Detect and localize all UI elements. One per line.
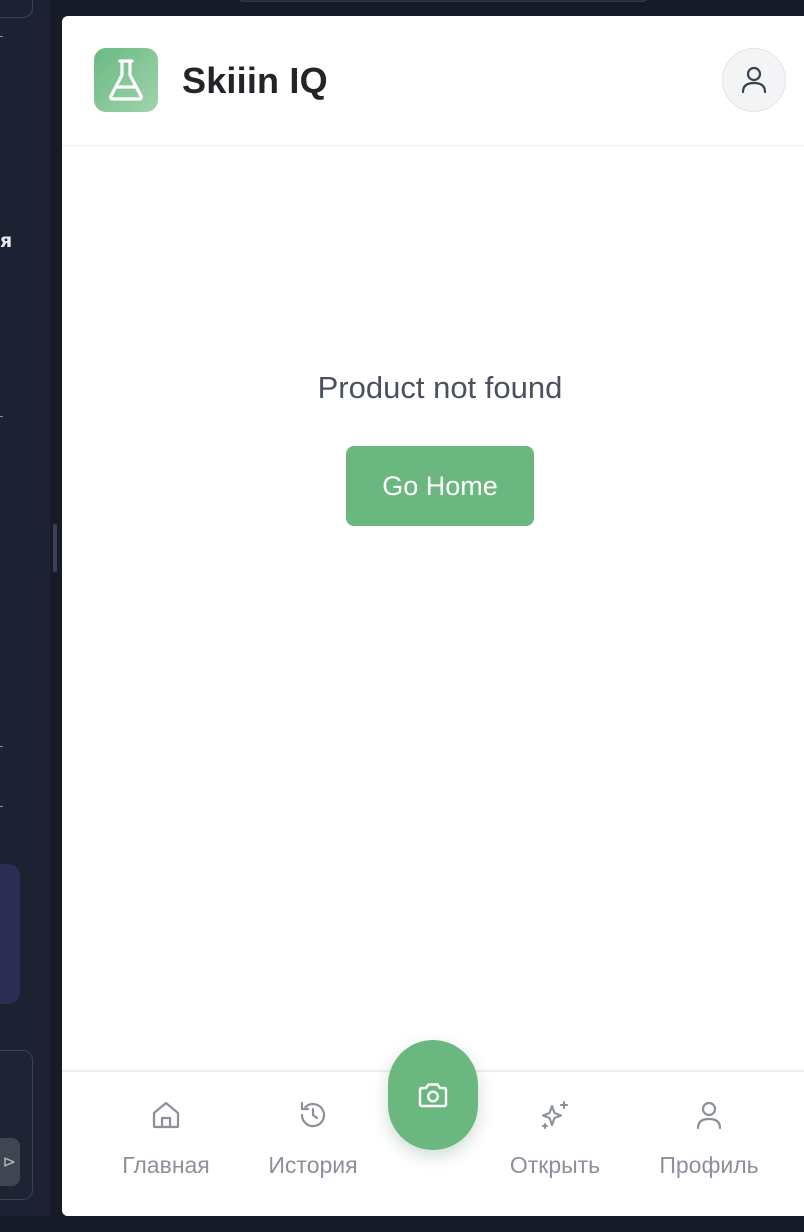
- nav-label-discover: Открыть: [509, 1152, 601, 1178]
- profile-button[interactable]: [722, 48, 786, 112]
- not-found-message: Product not found: [317, 370, 563, 405]
- sidebar-tick: [0, 746, 3, 747]
- nav-label-history: История: [268, 1152, 358, 1178]
- send-button[interactable]: ⊳: [0, 1138, 20, 1186]
- sparkles-icon: [541, 1100, 569, 1130]
- nav-label-home: Главная: [122, 1152, 210, 1178]
- nav-label-profile: Профиль: [659, 1152, 759, 1178]
- camera-icon: [418, 1083, 448, 1108]
- app-header: Skiiin IQ: [62, 16, 804, 146]
- left-sidebar: я ⊳: [0, 0, 50, 1216]
- sidebar-text-fragment: я: [0, 230, 13, 252]
- nav-item-history[interactable]: История: [243, 1098, 383, 1179]
- flask-icon: [109, 59, 143, 101]
- sidebar-highlight-card[interactable]: [0, 864, 20, 1004]
- user-icon: [696, 1101, 722, 1130]
- sidebar-tick: [0, 416, 3, 417]
- send-icon: ⊳: [2, 1154, 16, 1171]
- go-home-button[interactable]: Go Home: [346, 446, 534, 526]
- sidebar-tick: [0, 806, 3, 807]
- sidebar-top-card[interactable]: [0, 0, 33, 18]
- sidebar-tick: [0, 36, 3, 37]
- nav-item-discover[interactable]: Открыть: [485, 1098, 625, 1179]
- resize-handle[interactable]: [53, 524, 57, 572]
- app-logo: [94, 48, 158, 112]
- nav-item-profile[interactable]: Профиль: [639, 1098, 779, 1179]
- app-window: Skiiin IQ Product not found Go Home Глав…: [62, 16, 804, 1216]
- history-icon: [300, 1101, 326, 1128]
- app-title: Skiiin IQ: [182, 60, 328, 101]
- scan-button[interactable]: [388, 1040, 478, 1150]
- address-bar[interactable]: [236, 0, 650, 2]
- home-icon: [152, 1101, 180, 1129]
- nav-item-home[interactable]: Главная: [96, 1098, 236, 1179]
- user-icon: [741, 66, 767, 94]
